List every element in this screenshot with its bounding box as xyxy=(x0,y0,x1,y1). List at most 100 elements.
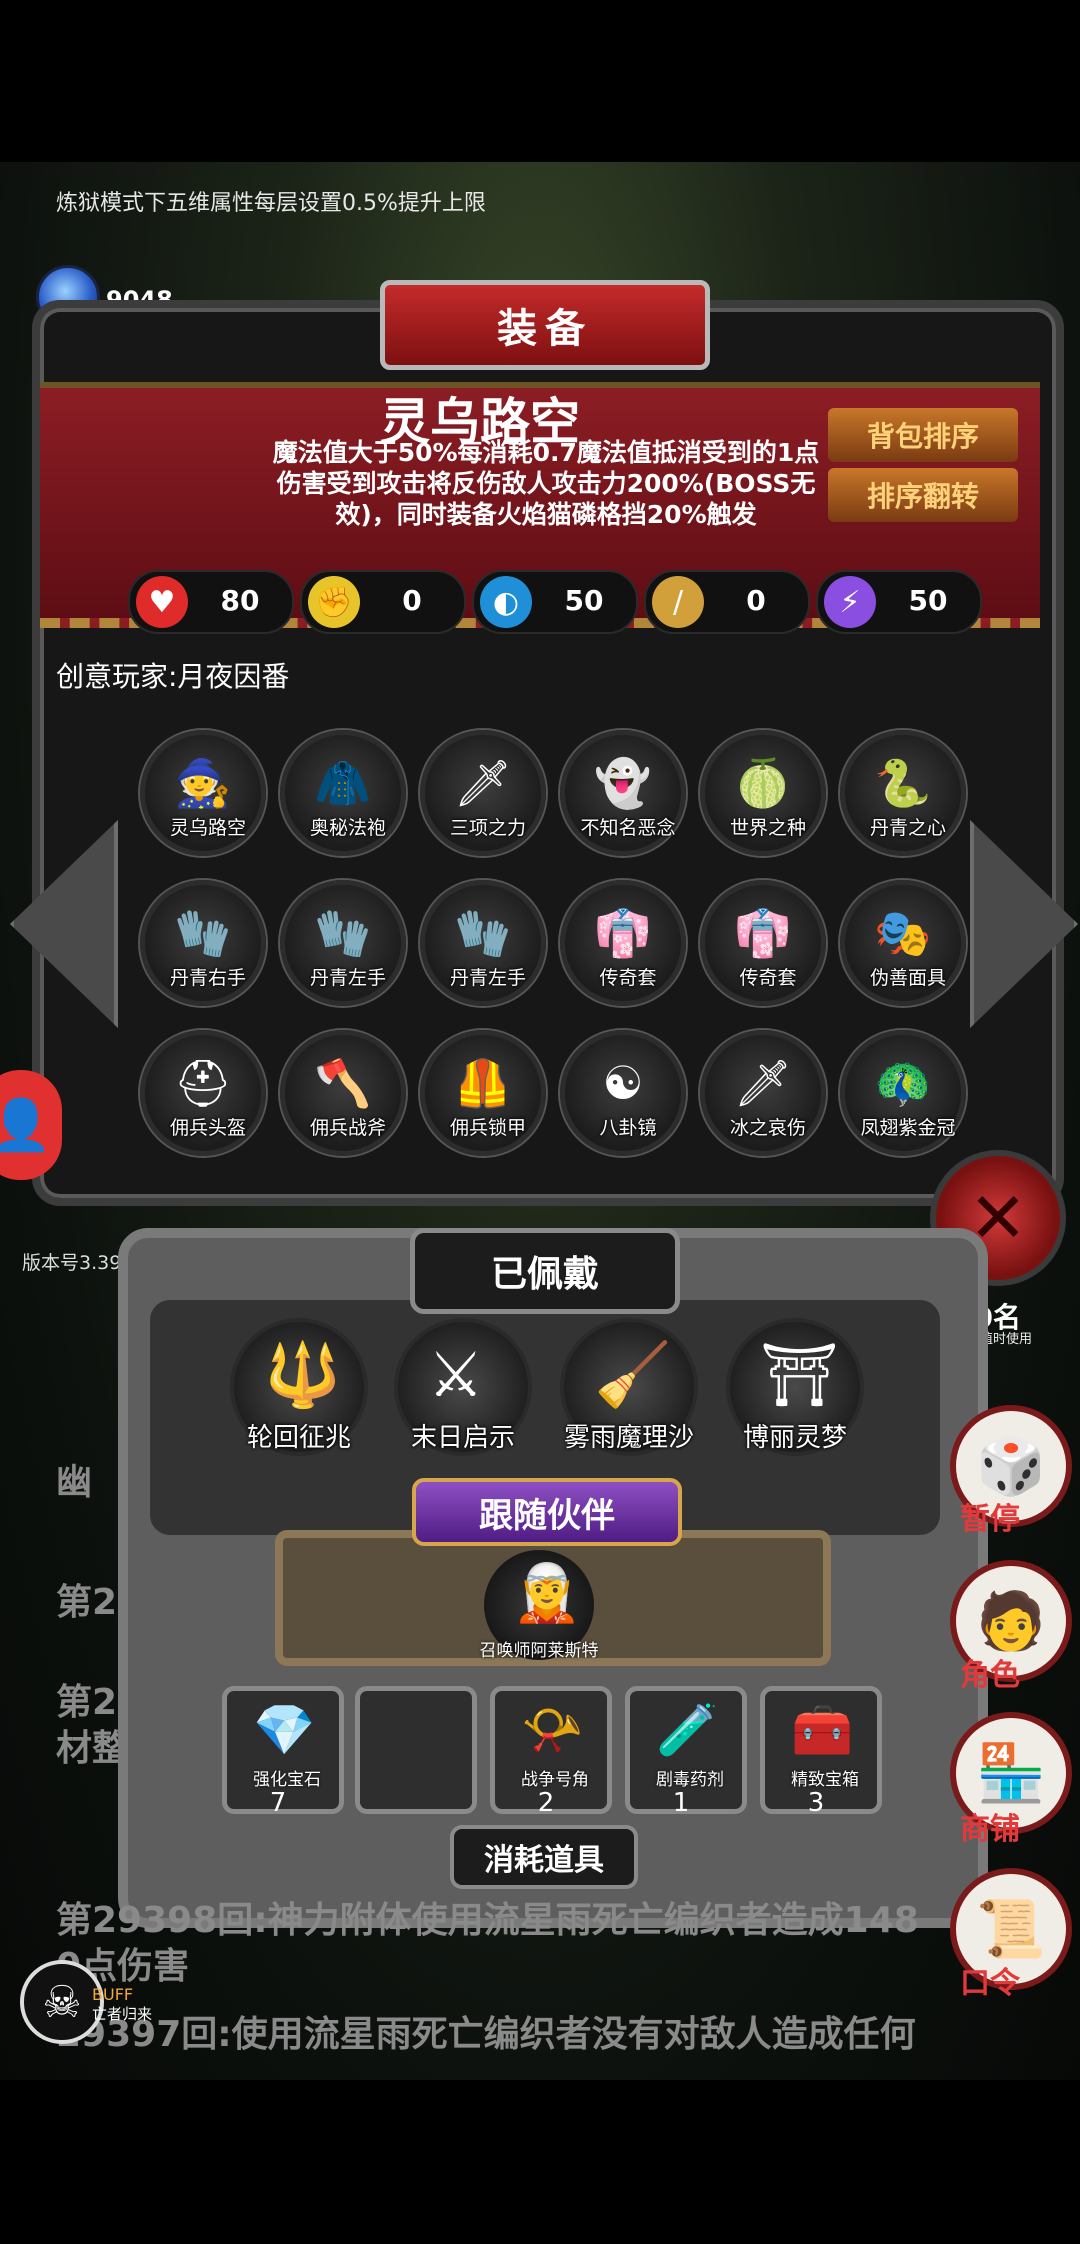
version-label: 版本号3.39 xyxy=(22,1252,122,1274)
log-line: 第29398回:神力附体使用流星雨死亡编织者造成148 xyxy=(56,1900,919,1941)
item-label: 传奇套 xyxy=(739,967,797,989)
item-label: 佣兵锁甲 xyxy=(449,1117,526,1139)
worn-slot[interactable]: ⚔ 末日启示 xyxy=(394,1318,532,1456)
item-icon: 🐍 xyxy=(874,755,932,810)
sword-icon: / xyxy=(652,576,704,628)
consumable-count: 1 xyxy=(672,1788,690,1818)
consumable-count: 7 xyxy=(269,1788,287,1818)
stat-2: ◐ 50 xyxy=(472,570,638,634)
stat-0: ♥ 80 xyxy=(128,570,294,634)
consumable-icon: 📯 xyxy=(521,1701,584,1759)
sort-flip-button[interactable]: 排序翻转 xyxy=(828,468,1018,522)
role-label: 角色 xyxy=(960,1658,1020,1693)
item-icon: 🧤 xyxy=(454,905,512,960)
stat-value: 50 xyxy=(564,584,604,617)
empty-slot[interactable] xyxy=(355,1686,477,1814)
item-label: 佣兵头盔 xyxy=(169,1117,246,1139)
worn-slot[interactable]: 🧹 雾雨魔理沙 xyxy=(560,1318,698,1456)
worn-label: 博丽灵梦 xyxy=(742,1423,847,1453)
item-icon: 👘 xyxy=(734,905,792,960)
follow-title: 跟随伙伴 xyxy=(412,1478,682,1546)
consumable-count: 3 xyxy=(807,1788,825,1818)
creator-label: 创意玩家:月夜因番 xyxy=(56,660,290,693)
strength-icon: ✊ xyxy=(308,576,360,628)
equipment-slot[interactable]: 🦚 凤翅紫金冠 xyxy=(840,1030,966,1156)
item-label: 奥秘法袍 xyxy=(309,817,386,839)
worn-label: 雾雨魔理沙 xyxy=(563,1423,694,1453)
log-line: 幽 xyxy=(56,1462,93,1503)
item-icon: 👻 xyxy=(594,755,652,810)
item-label: 八卦镜 xyxy=(599,1117,657,1139)
heart-icon: ♥ xyxy=(136,576,188,628)
item-label: 伪善面具 xyxy=(869,967,946,989)
item-label: 佣兵战斧 xyxy=(309,1117,386,1139)
stat-value: 50 xyxy=(908,584,948,617)
item-label: 灵乌路空 xyxy=(169,817,246,839)
equipment-slot[interactable]: 🧤 丹青左手 xyxy=(280,880,406,1006)
equipment-slot[interactable]: 🧤 丹青左手 xyxy=(420,880,546,1006)
stat-4: ⚡ 50 xyxy=(816,570,982,634)
item-label: 丹青右手 xyxy=(169,967,246,989)
worn-title: 已佩戴 xyxy=(410,1228,680,1314)
item-icon: 🧤 xyxy=(174,905,232,960)
buff-sub: 亡者归来 xyxy=(92,2005,153,2023)
worn-label: 轮回征兆 xyxy=(246,1423,351,1453)
item-icon: 🧥 xyxy=(314,755,372,810)
consumable-icon: 🧰 xyxy=(791,1701,854,1759)
item-icon: 🧙 xyxy=(174,755,232,810)
item-icon: 🗡 xyxy=(733,1055,793,1110)
equipment-slot[interactable]: ☯ 八卦镜 xyxy=(560,1030,686,1156)
equipment-slot[interactable]: 👘 传奇套 xyxy=(560,880,686,1006)
consumable-label: 剧毒药剂 xyxy=(656,1770,724,1790)
equipment-slot[interactable]: 🎭 伪善面具 xyxy=(840,880,966,1006)
worn-icon: ⚔ xyxy=(428,1338,484,1411)
notice-text: 炼狱模式下五维属性每层设置0.5%提升上限 xyxy=(56,191,486,216)
item-icon: 🎭 xyxy=(874,905,932,960)
item-label: 三项之力 xyxy=(449,817,526,839)
item-label: 传奇套 xyxy=(599,967,657,989)
consumables-title: 消耗道具 xyxy=(450,1825,638,1889)
equipment-slot[interactable]: 🧥 奥秘法袍 xyxy=(280,730,406,856)
code-label: 口令 xyxy=(960,1966,1020,2001)
item-icon: 🦺 xyxy=(454,1055,512,1110)
sort-bag-button[interactable]: 背包排序 xyxy=(828,408,1018,462)
consumable-icon: 🧪 xyxy=(656,1701,719,1759)
item-icon: 🪓 xyxy=(314,1055,372,1110)
stat-3: /0 xyxy=(644,570,810,634)
equipment-slot[interactable]: 🍈 世界之种 xyxy=(700,730,826,856)
item-icon: ☯ xyxy=(602,1056,644,1110)
equipment-slot[interactable]: 🧤 丹青右手 xyxy=(140,880,266,1006)
item-label: 世界之种 xyxy=(729,817,806,839)
companion-label: 召唤师阿莱斯特 xyxy=(479,1641,599,1661)
equipment-slot[interactable]: 🗡 冰之哀伤 xyxy=(700,1030,826,1156)
consumable-count: 2 xyxy=(537,1788,555,1818)
equipment-slot[interactable]: 🦺 佣兵锁甲 xyxy=(420,1030,546,1156)
worn-slot[interactable]: ⛩ 博丽灵梦 xyxy=(726,1318,864,1456)
log-line: 29397回:使用流星雨死亡编织者没有对敌人造成任何 xyxy=(56,2014,916,2055)
worn-label: 末日启示 xyxy=(410,1423,515,1453)
equipment-slot[interactable]: 👻 不知名恶念 xyxy=(560,730,686,856)
pause-label: 暂停 xyxy=(960,1502,1020,1537)
worn-icon: 🔱 xyxy=(264,1338,342,1411)
consumable-label: 强化宝石 xyxy=(253,1770,321,1790)
item-label: 凤翅紫金冠 xyxy=(860,1117,956,1139)
equipment-slot[interactable]: ⛑ 佣兵头盔 xyxy=(140,1030,266,1156)
companion-slot[interactable]: 🧝 召唤师阿莱斯特 xyxy=(480,1550,599,1661)
equipment-slot[interactable]: 🐍 丹青之心 xyxy=(840,730,966,856)
item-label: 丹青之心 xyxy=(869,817,946,839)
equipment-slot[interactable]: 👘 传奇套 xyxy=(700,880,826,1006)
stat-value: 0 xyxy=(746,584,766,617)
user-avatar-icon[interactable]: 👤 xyxy=(0,1070,62,1180)
panel-title: 装备 xyxy=(380,280,710,370)
magic-icon: ⚡ xyxy=(824,576,876,628)
item-label: 冰之哀伤 xyxy=(729,1117,806,1139)
stat-1: ✊ 0 xyxy=(300,570,466,634)
item-icon: 🦚 xyxy=(874,1055,932,1110)
worn-icon: 🧹 xyxy=(594,1338,672,1411)
worn-slot[interactable]: 🔱 轮回征兆 xyxy=(230,1318,368,1456)
equipment-slot[interactable]: 🪓 佣兵战斧 xyxy=(280,1030,406,1156)
item-icon: 👘 xyxy=(594,905,652,960)
item-label: 丹青左手 xyxy=(309,967,386,989)
equipment-slot[interactable]: 🧙 灵乌路空 xyxy=(140,730,266,856)
equipment-slot[interactable]: 🗡 三项之力 xyxy=(420,730,546,856)
